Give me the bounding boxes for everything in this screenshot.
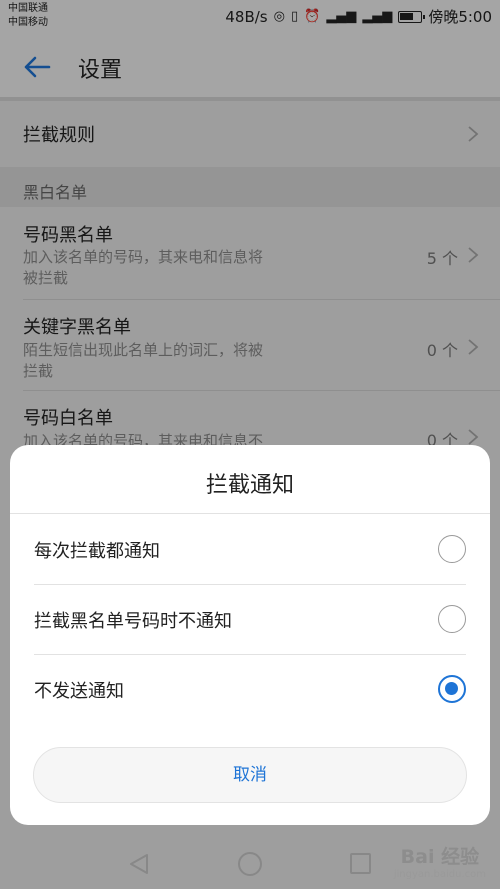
nav-recent-apps-icon[interactable]: [350, 853, 371, 874]
dialog-divider: [10, 513, 490, 514]
option-label: 拦截黑名单号码时不通知: [34, 611, 232, 632]
baidu-jingyan-watermark: Bai 经验 jingyan.baidu.com: [394, 842, 486, 880]
radio-button[interactable]: [438, 675, 466, 703]
nav-home-icon[interactable]: [238, 852, 262, 876]
watermark-url: jingyan.baidu.com: [393, 869, 486, 880]
dialog-title: 拦截通知: [205, 473, 294, 498]
watermark-logo: Bai 经验: [400, 846, 480, 868]
cancel-button[interactable]: 取消: [33, 747, 467, 803]
intercept-notification-dialog: 拦截通知 每次拦截都通知 拦截黑名单号码时不通知 不发送通知 取消: [10, 445, 490, 825]
radio-button[interactable]: [438, 535, 466, 563]
option-no-notify-blacklist[interactable]: 拦截黑名单号码时不通知: [34, 585, 466, 655]
radio-button[interactable]: [438, 605, 466, 633]
option-no-notification[interactable]: 不发送通知: [34, 655, 466, 725]
option-label: 每次拦截都通知: [34, 541, 160, 562]
option-label: 不发送通知: [34, 681, 124, 702]
option-notify-every-time[interactable]: 每次拦截都通知: [34, 515, 466, 585]
nav-back-icon[interactable]: [128, 852, 150, 876]
